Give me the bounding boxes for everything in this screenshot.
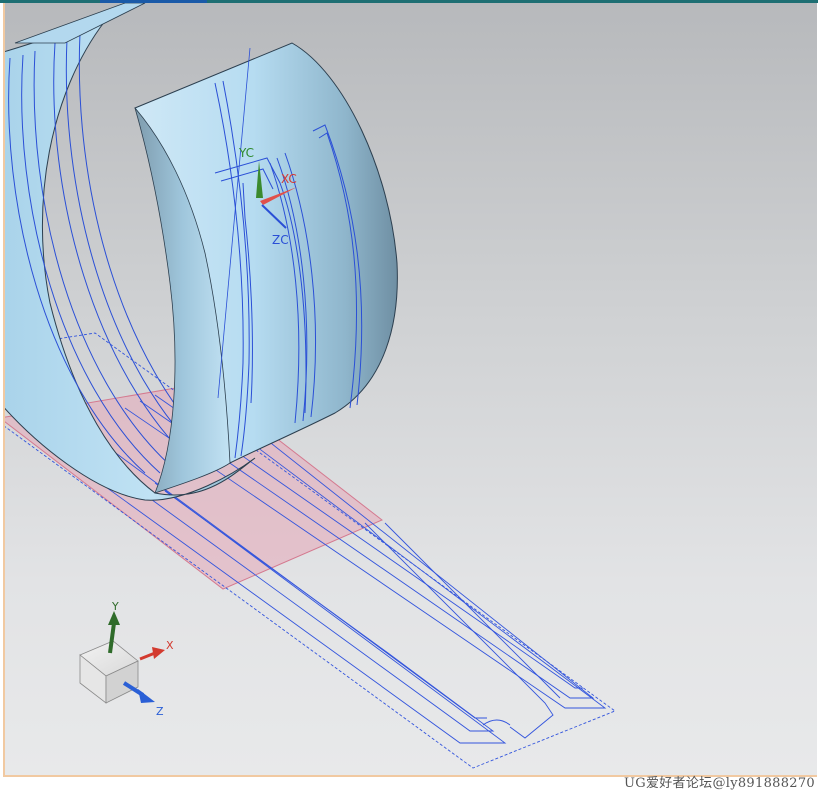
triad-x-arrowhead bbox=[152, 647, 165, 659]
zc-label: ZC bbox=[272, 233, 289, 247]
watermark-text: UG爱好者论坛@ly891888270 bbox=[624, 776, 815, 791]
triad-z-label: Z bbox=[156, 705, 164, 718]
model-scene[interactable]: YC XC ZC Y X Z bbox=[5, 3, 817, 775]
view-triad[interactable]: Y X Z bbox=[79, 600, 174, 718]
xc-label: XC bbox=[281, 172, 297, 186]
triad-z-arrowhead bbox=[138, 689, 155, 703]
triad-x-label: X bbox=[166, 639, 174, 652]
triad-x-axis bbox=[139, 651, 156, 661]
triad-y-label: Y bbox=[111, 600, 119, 613]
triad-y-arrowhead bbox=[108, 611, 120, 625]
graphics-viewport[interactable]: YC XC ZC Y X Z bbox=[3, 3, 817, 777]
yc-label: YC bbox=[238, 146, 254, 160]
